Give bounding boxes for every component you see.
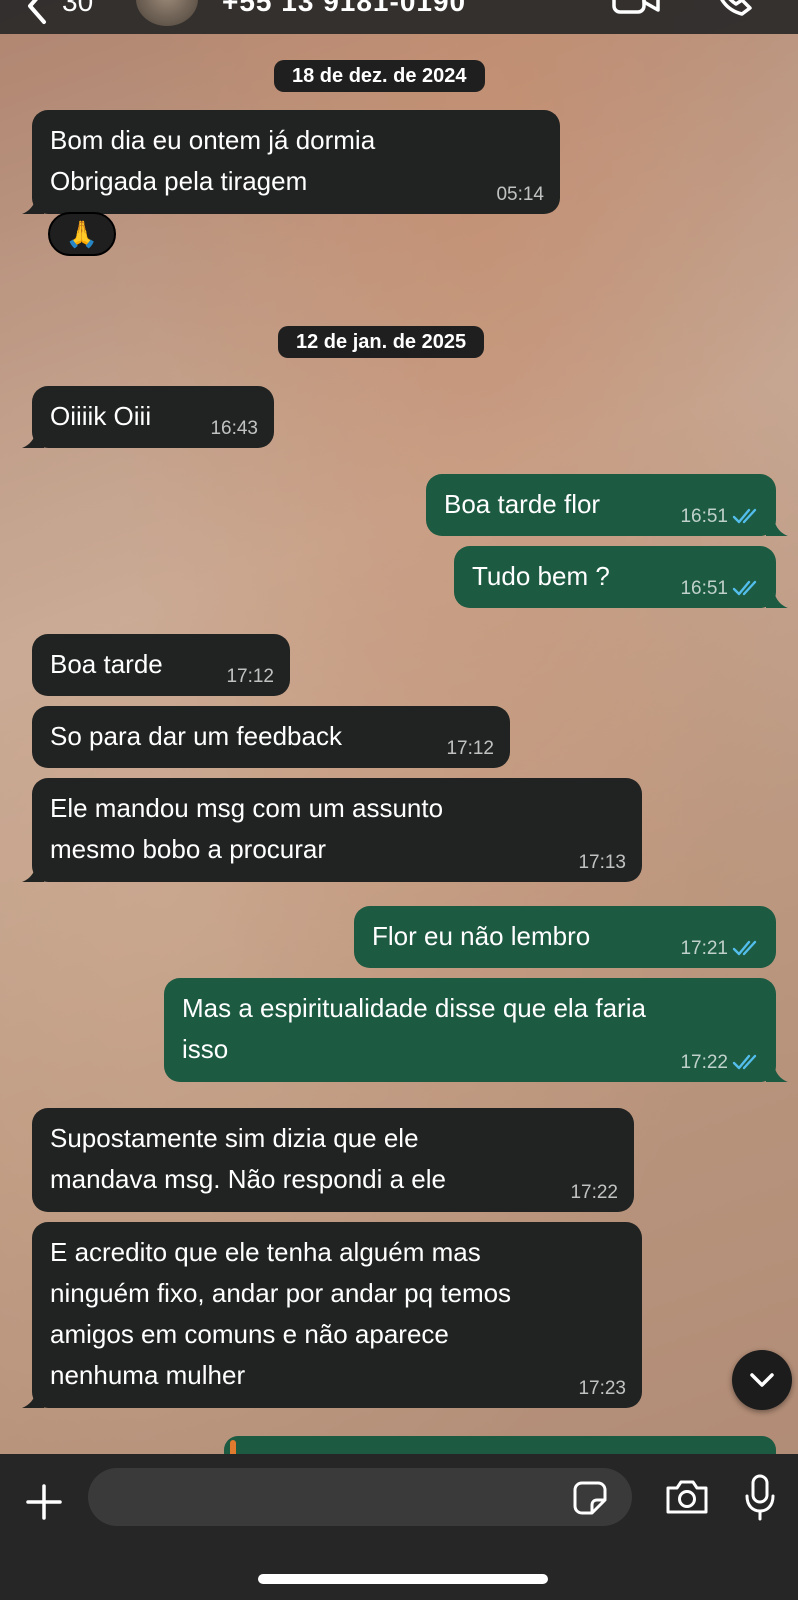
- message-time: 17:12: [226, 666, 274, 687]
- message-line: mandava msg. Não respondi a ele: [50, 1164, 447, 1194]
- bubble-tail: [22, 428, 44, 448]
- message-time: 17:22: [680, 1052, 728, 1073]
- message-line: So para dar um feedback: [50, 721, 342, 751]
- contact-name[interactable]: +55 13 9181-0190: [222, 0, 466, 18]
- message-meta: 16:51: [680, 506, 760, 528]
- incoming-message-bubble[interactable]: Bom dia eu ontem já dormia Obrigada pela…: [22, 110, 560, 214]
- message-line: Mas a espiritualidade disse que ela fari…: [182, 993, 646, 1023]
- sticker-icon[interactable]: [572, 1480, 608, 1516]
- message-time: 17:21: [680, 938, 728, 959]
- message-line: Supostamente sim dizia que ele: [50, 1123, 419, 1153]
- message-line: mesmo bobo a procurar: [50, 834, 327, 864]
- scroll-to-bottom-button[interactable]: [732, 1350, 792, 1410]
- message-line: ninguém fixo, andar por andar pq temos: [50, 1278, 512, 1308]
- message-meta: 17:21: [680, 938, 760, 960]
- date-separator: 18 de dez. de 2024: [274, 60, 485, 92]
- message-line: E acredito que ele tenha alguém mas: [50, 1237, 481, 1267]
- outgoing-message-bubble[interactable]: Flor eu não lembro 17:21: [354, 906, 776, 968]
- message-meta: 17:22: [680, 1052, 760, 1074]
- outgoing-message-bubble[interactable]: Mas a espiritualidade disse que ela fari…: [164, 978, 788, 1082]
- read-receipt-icon: [732, 508, 757, 524]
- bubble-tail: [22, 862, 44, 882]
- message-line: Obrigada pela tiragem: [50, 166, 308, 196]
- read-receipt-icon: [732, 580, 757, 596]
- incoming-message-bubble[interactable]: E acredito que ele tenha alguém mas ning…: [22, 1222, 642, 1408]
- message-time: 16:43: [210, 418, 258, 439]
- read-receipt-icon: [732, 940, 757, 956]
- camera-icon[interactable]: [664, 1478, 710, 1516]
- message-time: 17:12: [446, 738, 494, 759]
- bubble-tail: [766, 1062, 788, 1082]
- outgoing-message-bubble[interactable]: Boa tarde flor 16:51: [426, 474, 788, 536]
- bubble-tail: [22, 1388, 44, 1408]
- message-line: Ele mandou msg com um assunto: [50, 793, 444, 823]
- incoming-message-bubble[interactable]: Oiiiik Oiii 16:43: [22, 386, 274, 448]
- message-reaction[interactable]: 🙏: [48, 212, 116, 256]
- date-separator: 12 de jan. de 2025: [278, 326, 485, 358]
- bubble-tail: [22, 194, 44, 214]
- read-receipt-icon: [732, 1054, 757, 1070]
- phone-icon[interactable]: [712, 0, 758, 18]
- back-chevron-icon[interactable]: [18, 0, 58, 26]
- contact-avatar[interactable]: [136, 0, 198, 26]
- message-time: 16:51: [680, 578, 728, 599]
- unread-count[interactable]: 30: [62, 0, 93, 18]
- message-time: 17:13: [578, 852, 626, 873]
- chevron-down-icon: [750, 1373, 774, 1387]
- microphone-icon[interactable]: [742, 1474, 778, 1522]
- message-time: 05:14: [496, 184, 544, 205]
- message-line: nenhuma mulher: [50, 1360, 246, 1390]
- message-time: 17:22: [570, 1182, 618, 1203]
- message-line: isso: [182, 1034, 229, 1064]
- video-call-icon[interactable]: [612, 0, 660, 16]
- message-input[interactable]: [88, 1468, 632, 1526]
- message-time: 17:23: [578, 1378, 626, 1399]
- message-line: Bom dia eu ontem já dormia: [50, 125, 376, 155]
- message-time: 16:51: [680, 506, 728, 527]
- outgoing-message-bubble[interactable]: Tudo bem ? 16:51: [454, 546, 788, 608]
- bubble-tail: [766, 588, 788, 608]
- bubble-tail: [766, 516, 788, 536]
- plus-icon[interactable]: [24, 1482, 64, 1522]
- message-line: amigos em comuns e não aparece: [50, 1319, 449, 1349]
- chat-header: 30 +55 13 9181-0190: [0, 0, 798, 34]
- home-indicator[interactable]: [258, 1574, 548, 1584]
- incoming-message-bubble[interactable]: So para dar um feedback 17:12: [32, 706, 510, 768]
- incoming-message-bubble[interactable]: Supostamente sim dizia que ele mandava m…: [32, 1108, 634, 1212]
- message-meta: 16:51: [680, 578, 760, 600]
- incoming-message-bubble[interactable]: Boa tarde 17:12: [32, 634, 290, 696]
- incoming-message-bubble[interactable]: Ele mandou msg com um assunto mesmo bobo…: [22, 778, 642, 882]
